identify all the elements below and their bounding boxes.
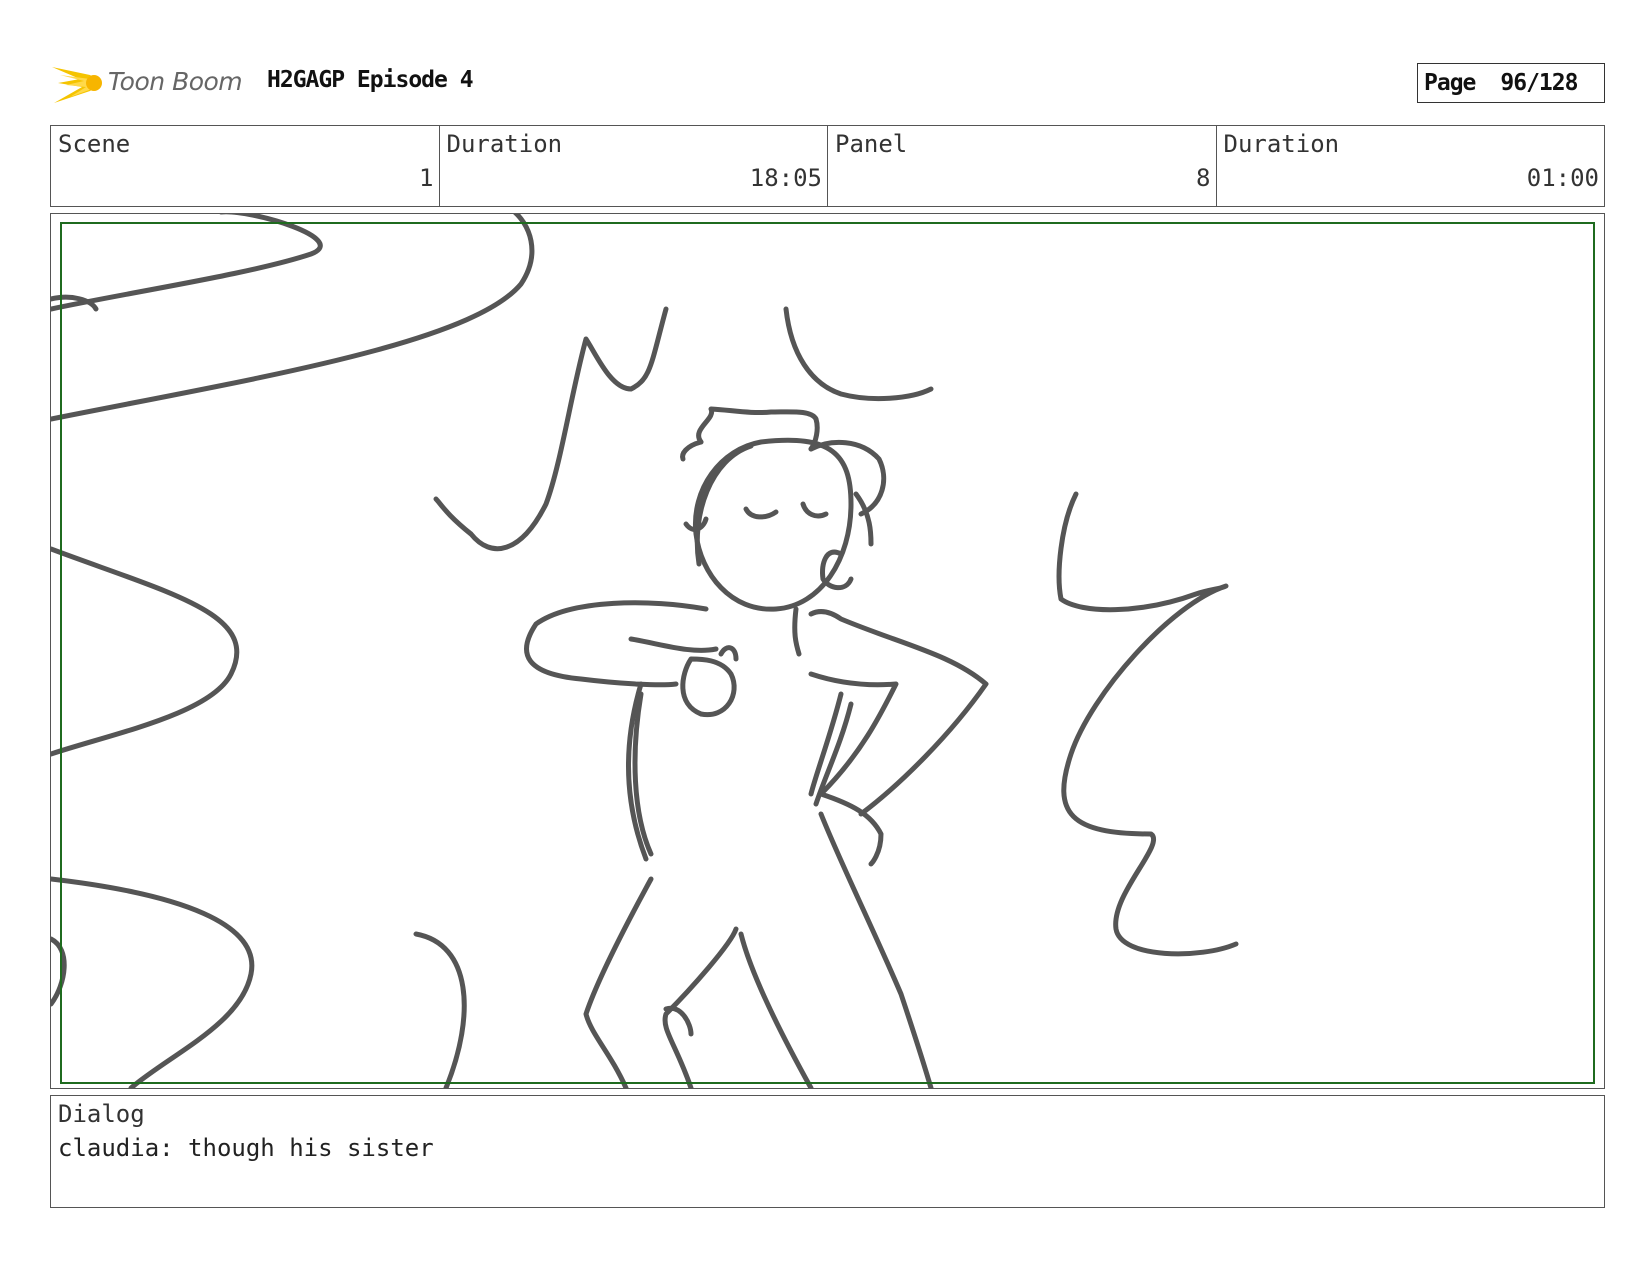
scene-cell: Scene 1 xyxy=(51,126,440,206)
panel-value: 8 xyxy=(1196,164,1211,192)
document-title: H2GAGP Episode 4 xyxy=(267,67,474,93)
panel-duration-cell: Duration 01:00 xyxy=(1217,126,1605,206)
page-number: 96/128 xyxy=(1500,70,1578,96)
starburst-icon xyxy=(52,67,102,103)
panel-duration-value: 01:00 xyxy=(1526,164,1599,192)
panel-label: Panel xyxy=(835,130,908,158)
scene-value: 1 xyxy=(419,164,434,192)
sketch-drawing xyxy=(51,214,1595,1088)
dialog-box: Dialog claudia: though his sister xyxy=(50,1095,1605,1208)
scene-label: Scene xyxy=(58,130,131,158)
scene-duration-cell: Duration 18:05 xyxy=(440,126,828,206)
panel-duration-label: Duration xyxy=(1223,130,1340,158)
panel-cell: Panel 8 xyxy=(828,126,1217,206)
scene-duration-value: 18:05 xyxy=(749,164,822,192)
scene-duration-label: Duration xyxy=(446,130,563,158)
panel-info-row: Scene 1 Duration 18:05 Panel 8 Duration … xyxy=(50,125,1605,207)
dialog-text: claudia: though his sister xyxy=(58,1134,434,1162)
page-indicator: Page 96/128 xyxy=(1417,63,1605,103)
toon-boom-logo: Toon Boom xyxy=(50,57,250,109)
storyboard-panel xyxy=(50,213,1605,1089)
page-header: Toon Boom H2GAGP Episode 4 Page 96/128 xyxy=(50,55,1605,110)
dialog-label: Dialog xyxy=(58,1100,145,1128)
safe-frame xyxy=(60,222,1595,1084)
logo-text: Toon Boom xyxy=(108,67,243,96)
page-label: Page xyxy=(1424,70,1476,96)
